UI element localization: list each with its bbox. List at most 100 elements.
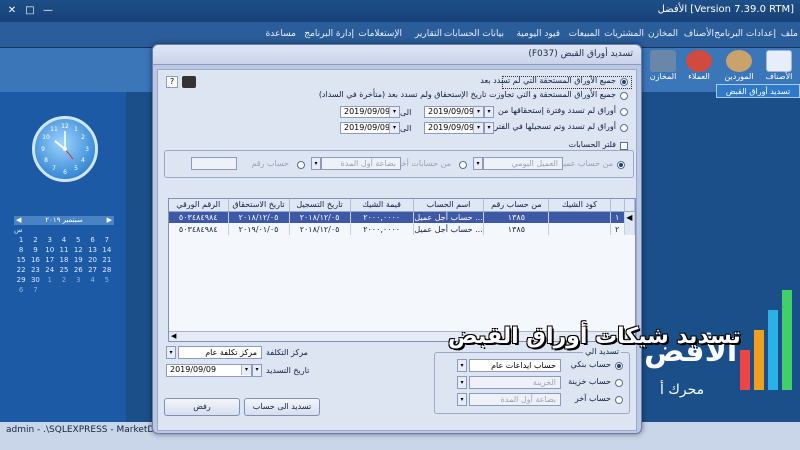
calendar-day[interactable]: 4: [57, 235, 71, 245]
calendar-day[interactable]: 10: [43, 245, 57, 255]
calendar-day[interactable]: 1: [14, 235, 28, 245]
filter-other-radio[interactable]: [459, 161, 467, 169]
maximize-icon[interactable]: □: [22, 3, 38, 18]
calendar-day[interactable]: 3: [71, 275, 85, 285]
calendar-day[interactable]: 30: [28, 275, 42, 285]
toolbar-customers-button[interactable]: العملاء: [680, 50, 718, 90]
calendar-day[interactable]: 17: [43, 255, 57, 265]
pay-to-bank-combo[interactable]: حساب ايداعات عام: [469, 359, 561, 372]
calendar-next-icon[interactable]: ▶: [107, 216, 114, 225]
calendar-day[interactable]: 12: [71, 245, 85, 255]
dropdown-icon[interactable]: ▾: [389, 123, 399, 133]
calendar-prev-icon[interactable]: ◀: [14, 216, 21, 225]
calendar-day[interactable]: 5: [100, 275, 114, 285]
dropdown-icon[interactable]: ▾: [389, 107, 399, 117]
pay-to-cash-radio[interactable]: [615, 379, 623, 387]
menu-item-help[interactable]: مساعدة: [266, 29, 296, 39]
col-header-cheque-code[interactable]: كود الشيك: [548, 199, 611, 212]
due-from-date[interactable]: 2019/09/09 ▾: [424, 106, 484, 118]
calendar-day[interactable]: 19: [71, 255, 85, 265]
col-header-from-account[interactable]: من حساب رقم: [483, 199, 550, 212]
col-header-due-date[interactable]: تاريخ الاستحقاق: [228, 199, 290, 212]
menu-item-accounts[interactable]: بيانات الحسابات: [444, 29, 504, 39]
refuse-button[interactable]: رفض: [164, 398, 240, 416]
menu-item-stores[interactable]: المخازن: [648, 29, 678, 39]
calendar-day[interactable]: 13: [85, 245, 99, 255]
reg-from-date[interactable]: 2019/09/09 ▾: [424, 122, 484, 134]
due-from-spin[interactable]: ▾: [484, 106, 494, 118]
close-icon[interactable]: ✕: [4, 3, 20, 18]
col-header-paper-no[interactable]: الرقم الورقي: [169, 199, 229, 212]
cost-center-combo[interactable]: مركز تكلفة عام: [178, 346, 262, 359]
calendar-day[interactable]: 14: [100, 245, 114, 255]
calendar-day[interactable]: 9: [28, 245, 42, 255]
dropdown-icon[interactable]: ▾: [241, 365, 251, 375]
filter-account-no-radio[interactable]: [297, 161, 305, 169]
menu-item-file[interactable]: ملف: [781, 29, 798, 39]
menu-item-items[interactable]: الأصناف: [684, 29, 714, 39]
menu-item-reports[interactable]: التقارير: [415, 29, 442, 39]
menu-item-sales[interactable]: المبيعات: [569, 29, 600, 39]
minimize-icon[interactable]: —: [40, 3, 56, 18]
menu-item-purchases[interactable]: المشتريات: [604, 29, 644, 39]
calendar-day[interactable]: 7: [100, 235, 114, 245]
calendar-day[interactable]: 11: [57, 245, 71, 255]
calendar-day[interactable]: 16: [28, 255, 42, 265]
calendar-day[interactable]: 25: [57, 265, 71, 275]
pay-to-other-combo[interactable]: بضاعة أول المدة: [469, 393, 561, 406]
scroll-left-icon[interactable]: ◀: [171, 332, 176, 340]
pay-date-spin[interactable]: ▾: [252, 364, 262, 377]
filter-customer-combo[interactable]: العميل اليومي: [483, 157, 563, 170]
pay-date-input[interactable]: 2019/09/09 ▾: [166, 364, 252, 377]
calendar-day[interactable]: 8: [14, 245, 28, 255]
dropdown-icon[interactable]: ▾: [473, 157, 483, 170]
calendar-day[interactable]: 24: [43, 265, 57, 275]
filter-account-no-input[interactable]: [191, 157, 237, 170]
menu-item-queries[interactable]: الإستعلامات: [358, 29, 402, 39]
menu-item-settings[interactable]: إعدادات البرنامج: [714, 29, 776, 39]
calendar-day[interactable]: 3: [43, 235, 57, 245]
calendar-day[interactable]: 15: [14, 255, 28, 265]
pay-to-cash-combo[interactable]: الخزينة: [469, 376, 561, 389]
calendar-day[interactable]: 20: [85, 255, 99, 265]
calendar-day[interactable]: 21: [100, 255, 114, 265]
pay-to-bank-radio[interactable]: [615, 362, 623, 370]
filter-customer-radio[interactable]: [617, 161, 625, 169]
filter-accounts-checkbox[interactable]: [620, 142, 628, 150]
pay-to-account-button[interactable]: تسديد الى حساب: [244, 398, 320, 416]
option-all-due-radio[interactable]: [620, 78, 628, 86]
calendar-day[interactable]: 27: [85, 265, 99, 275]
option-overdue-radio[interactable]: [620, 92, 628, 100]
option-due-period-radio[interactable]: [620, 108, 628, 116]
table-row[interactable]: ٥٠٣٤٨٤٩٨٤ ٢٠١٨/١٢/٠٥ ٢٠١٨/١٢/٠٥ ٢٠٠٠,٠٠٠…: [169, 211, 635, 223]
option-registered-period-radio[interactable]: [620, 124, 628, 132]
calendar-day[interactable]: 7: [28, 285, 42, 295]
pay-to-other-radio[interactable]: [615, 396, 623, 404]
clapper-icon[interactable]: [182, 76, 196, 88]
toolbar-stores-button[interactable]: المخازن: [644, 50, 682, 90]
due-to-date[interactable]: 2019/09/09 ▾: [340, 106, 400, 118]
calendar-day[interactable]: 2: [28, 235, 42, 245]
dropdown-icon[interactable]: ▾: [473, 123, 483, 133]
calendar-day[interactable]: 28: [100, 265, 114, 275]
dropdown-icon[interactable]: ▾: [457, 359, 467, 372]
reg-from-spin[interactable]: ▾: [484, 122, 494, 134]
dropdown-icon[interactable]: ▾: [457, 376, 467, 389]
menu-item-journal[interactable]: قيود اليومية: [516, 29, 560, 39]
calendar-day[interactable]: 6: [85, 235, 99, 245]
col-header-reg-date[interactable]: تاريخ التسجيل: [289, 199, 351, 212]
reg-to-date[interactable]: 2019/09/09 ▾: [340, 122, 400, 134]
calendar-day[interactable]: 4: [85, 275, 99, 285]
dropdown-icon[interactable]: ▾: [457, 393, 467, 406]
calendar-day[interactable]: 6: [14, 285, 28, 295]
filter-other-combo[interactable]: بضاعة أول المدة: [321, 157, 401, 170]
tab-pay-receivables[interactable]: تسديد أوراق القبض: [716, 84, 800, 98]
dropdown-icon[interactable]: ▾: [166, 346, 176, 359]
calendar-day[interactable]: 2: [57, 275, 71, 285]
calendar-day[interactable]: 18: [57, 255, 71, 265]
table-row[interactable]: ٥٠٣٤٨٤٩٨٤ ٢٠١٩/٠١/٠٥ ٢٠١٨/١٢/٠٥ ٢٠٠٠,٠٠٠…: [169, 223, 635, 235]
dropdown-icon[interactable]: ▾: [473, 107, 483, 117]
calendar-day[interactable]: 23: [28, 265, 42, 275]
menu-item-admin[interactable]: إدارة البرنامج: [304, 29, 354, 39]
col-header-amount[interactable]: قيمة الشيك: [350, 199, 414, 212]
